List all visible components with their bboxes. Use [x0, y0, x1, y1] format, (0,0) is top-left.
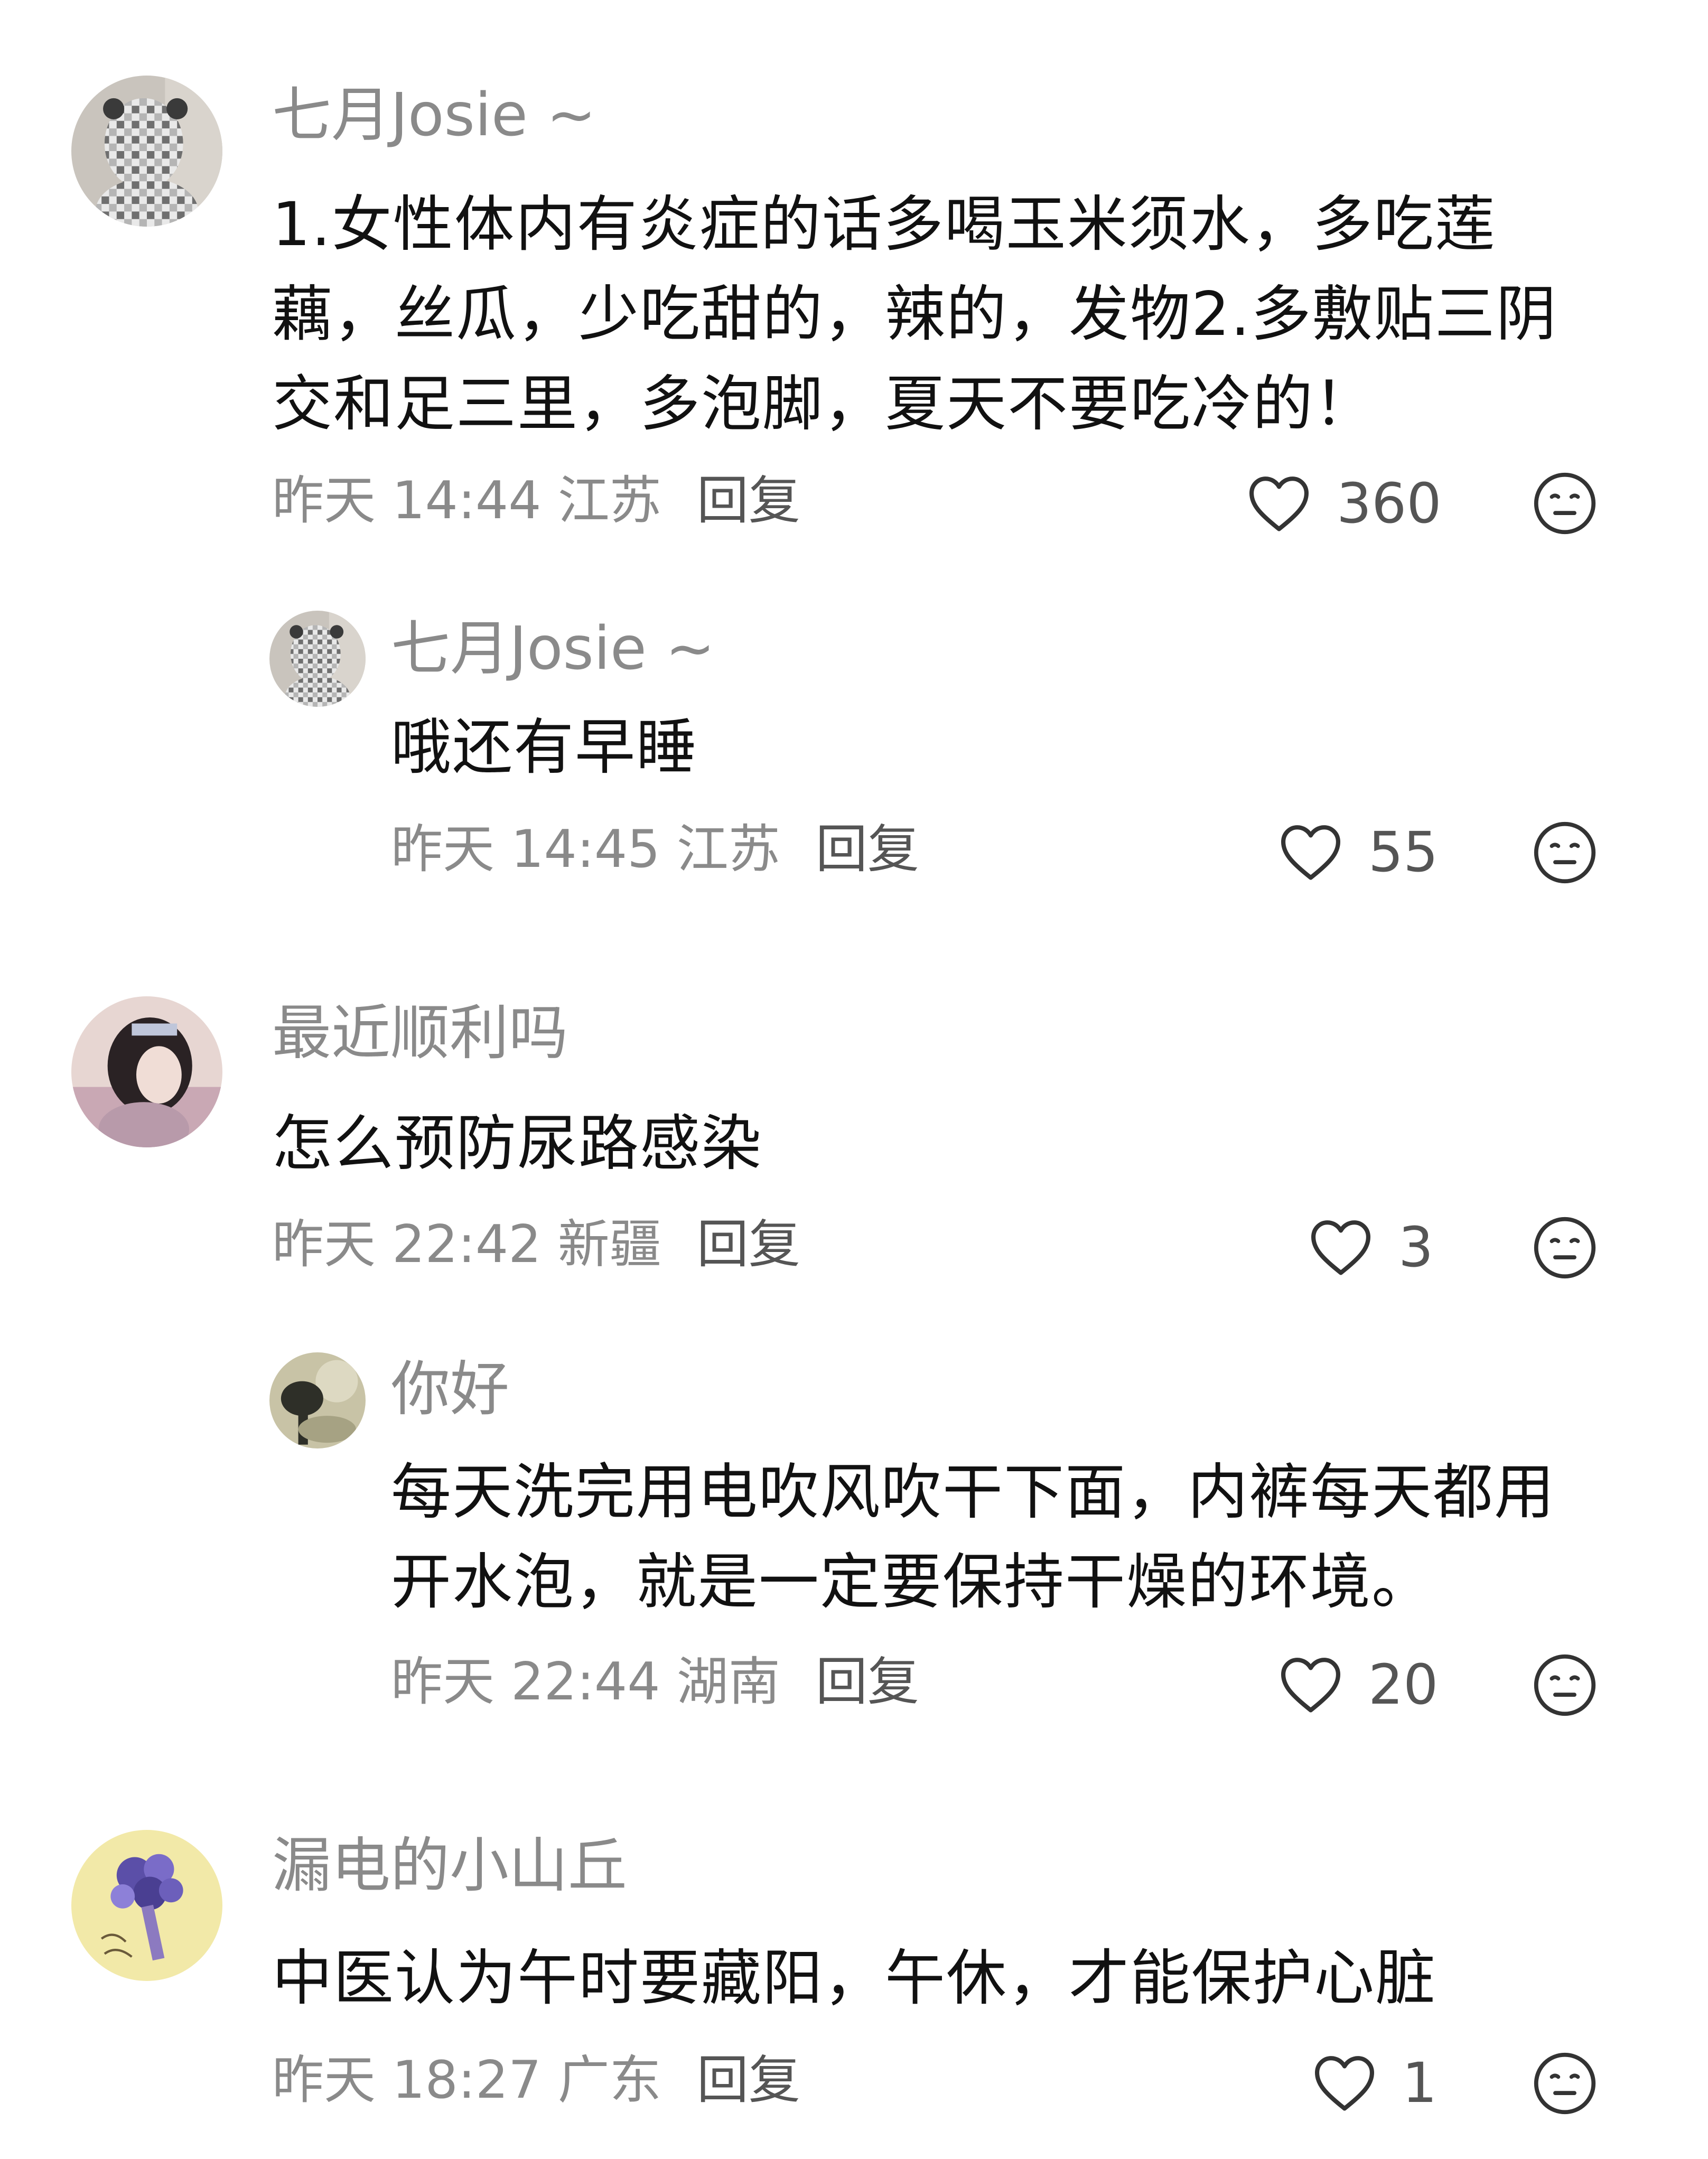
comment-time: 昨天 18:27 — [272, 2050, 542, 2110]
neutral-face-icon — [1534, 2052, 1596, 2115]
comment-location: 江苏 — [676, 819, 780, 880]
avatar[interactable] — [269, 1352, 366, 1448]
username[interactable]: 七月Josie ~ — [272, 78, 596, 152]
comment-location: 湖南 — [676, 1652, 780, 1712]
comment-meta: 昨天 14:44 江苏 回复 — [272, 469, 800, 532]
comment-meta: 昨天 14:45 江苏 回复 — [391, 818, 919, 881]
like-count: 55 — [1368, 820, 1439, 884]
like-button[interactable]: 20 — [1277, 1650, 1438, 1719]
like-count: 360 — [1337, 471, 1442, 536]
heart-outline-icon — [1315, 2056, 1374, 2111]
neutral-face-icon — [1534, 472, 1596, 535]
like-button[interactable]: 1 — [1311, 2049, 1437, 2117]
neutral-face-icon — [1534, 1217, 1596, 1279]
username[interactable]: 七月Josie ~ — [391, 612, 715, 686]
neutral-face-icon — [1534, 1654, 1596, 1716]
emoji-reaction-button[interactable] — [1532, 1215, 1598, 1281]
reply-button[interactable]: 回复 — [697, 471, 800, 531]
emoji-reaction-button[interactable] — [1532, 1652, 1598, 1718]
heart-outline-icon — [1281, 825, 1340, 880]
comment-meta: 昨天 22:42 新疆 回复 — [272, 1213, 800, 1276]
like-count: 1 — [1402, 2051, 1438, 2115]
comment-location: 广东 — [557, 2050, 661, 2110]
comment-text: 每天洗完用电吹风吹干下面，内裤每天都用开水泡，就是一定要保持干燥的环境。 — [391, 1457, 1556, 1617]
avatar[interactable] — [71, 76, 222, 227]
reply-button[interactable]: 回复 — [816, 1652, 919, 1712]
avatar[interactable] — [71, 996, 222, 1147]
username[interactable]: 最近顺利吗 — [272, 996, 568, 1070]
comment-text: 中医认为午时要藏阳，午休，才能保护心脏 — [272, 1943, 1437, 2013]
heart-outline-icon — [1281, 1658, 1340, 1713]
like-button[interactable]: 360 — [1246, 469, 1442, 538]
neutral-face-icon — [1534, 821, 1596, 884]
avatar[interactable] — [71, 1830, 222, 1981]
comment-time: 昨天 14:45 — [391, 819, 660, 880]
comment-meta: 昨天 22:44 湖南 回复 — [391, 1650, 919, 1714]
like-button[interactable]: 55 — [1277, 818, 1438, 886]
comment-text: 1.女性体内有炎症的话多喝玉米须水，多吃莲藕，丝瓜，少吃甜的，辣的，发物2.多敷… — [272, 189, 1557, 439]
comment-time: 昨天 22:44 — [391, 1652, 660, 1712]
comment-meta: 昨天 18:27 广东 回复 — [272, 2049, 800, 2112]
like-button[interactable]: 3 — [1308, 1213, 1433, 1282]
comment-location: 江苏 — [557, 471, 661, 531]
like-count: 20 — [1368, 1652, 1439, 1717]
username[interactable]: 你好 — [391, 1352, 509, 1426]
avatar[interactable] — [269, 611, 366, 707]
comment-text: 怎么预防尿路感染 — [272, 1108, 763, 1179]
like-count: 3 — [1398, 1215, 1434, 1279]
comment-time: 昨天 14:44 — [272, 471, 542, 531]
reply-button[interactable]: 回复 — [816, 819, 919, 880]
heart-outline-icon — [1311, 1220, 1370, 1275]
comment-location: 新疆 — [557, 1214, 661, 1275]
reply-button[interactable]: 回复 — [697, 1214, 800, 1275]
heart-outline-icon — [1249, 476, 1309, 531]
emoji-reaction-button[interactable] — [1532, 820, 1598, 885]
username[interactable]: 漏电的小山丘 — [272, 1829, 627, 1903]
reply-button[interactable]: 回复 — [697, 2050, 800, 2110]
comment-text: 哦还有早睡 — [391, 712, 698, 782]
emoji-reaction-button[interactable] — [1532, 2051, 1598, 2116]
emoji-reaction-button[interactable] — [1532, 471, 1598, 536]
comment-time: 昨天 22:42 — [272, 1214, 542, 1275]
